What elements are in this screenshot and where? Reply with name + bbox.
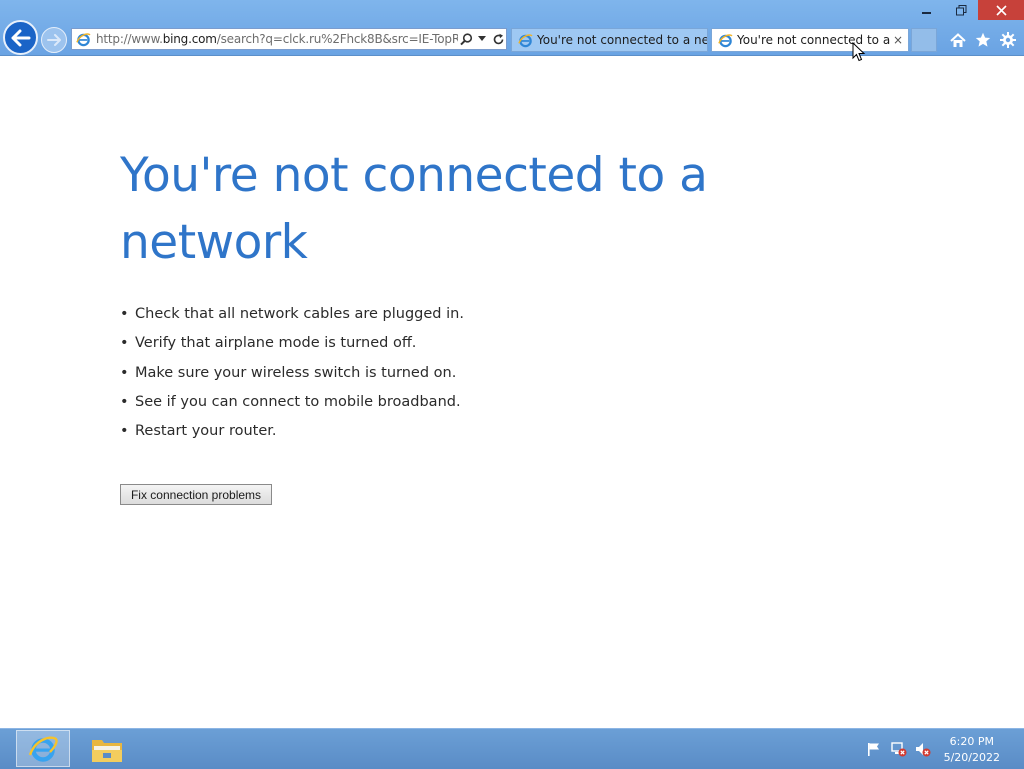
volume-muted-icon[interactable] bbox=[915, 741, 931, 757]
mouse-cursor-icon bbox=[852, 42, 866, 62]
back-button[interactable] bbox=[3, 20, 38, 55]
tab-favicon-icon bbox=[517, 32, 533, 48]
url-prefix: http://www. bbox=[96, 32, 163, 46]
folder-icon bbox=[92, 739, 122, 762]
list-item: Restart your router. bbox=[120, 421, 464, 450]
address-dropdown-button[interactable] bbox=[474, 29, 490, 49]
page-favicon-icon bbox=[75, 31, 91, 47]
close-icon bbox=[995, 4, 1007, 16]
close-tab-button[interactable]: × bbox=[891, 33, 905, 47]
troubleshooting-list: Check that all network cables are plugge… bbox=[120, 304, 464, 450]
internet-explorer-icon bbox=[28, 736, 58, 762]
search-button[interactable] bbox=[458, 29, 474, 49]
list-item: See if you can connect to mobile broadba… bbox=[120, 392, 464, 421]
page-title: You're not connected to a network bbox=[120, 148, 708, 270]
gear-icon bbox=[1000, 32, 1016, 48]
tab-favicon-icon bbox=[717, 32, 733, 48]
forward-button[interactable] bbox=[41, 27, 67, 53]
tab-1[interactable]: You're not connected to a net... bbox=[511, 28, 708, 52]
fix-connection-button[interactable]: Fix connection problems bbox=[120, 484, 272, 505]
star-icon bbox=[975, 32, 991, 47]
tab-2-active[interactable]: You're not connected to a n... × bbox=[711, 28, 909, 52]
taskbar-clock[interactable]: 6:20 PM 5/20/2022 bbox=[944, 734, 1000, 766]
network-disconnected-icon[interactable] bbox=[891, 741, 907, 757]
tools-button[interactable] bbox=[998, 30, 1018, 50]
chevron-down-icon bbox=[478, 36, 486, 41]
browser-chrome: http://www.bing.com/search?q=clck.ru%2Fh… bbox=[0, 0, 1024, 56]
list-item: Make sure your wireless switch is turned… bbox=[120, 363, 464, 392]
minimize-icon bbox=[922, 12, 931, 14]
refresh-icon bbox=[493, 33, 503, 44]
minimize-button[interactable] bbox=[910, 0, 944, 20]
page-content: You're not connected to a network Check … bbox=[0, 56, 1024, 728]
clock-time: 6:20 PM bbox=[949, 735, 994, 748]
taskbar: 6:20 PM 5/20/2022 bbox=[0, 728, 1024, 769]
taskbar-file-explorer[interactable] bbox=[80, 730, 134, 767]
taskbar-internet-explorer[interactable] bbox=[16, 730, 70, 767]
search-icon bbox=[459, 32, 472, 45]
address-url[interactable]: http://www.bing.com/search?q=clck.ru%2Fh… bbox=[96, 32, 458, 46]
home-button[interactable] bbox=[948, 30, 968, 50]
restore-icon bbox=[955, 4, 966, 15]
forward-arrow-icon bbox=[47, 34, 61, 46]
refresh-button[interactable] bbox=[490, 29, 506, 49]
action-center-flag-icon[interactable] bbox=[866, 741, 882, 757]
home-icon bbox=[950, 32, 966, 47]
tab-title: You're not connected to a n... bbox=[737, 33, 891, 47]
url-rest: /search?q=clck.ru%2Fhck8B&src=IE-TopResu bbox=[216, 32, 458, 46]
url-host: bing.com bbox=[162, 32, 217, 46]
favorites-button[interactable] bbox=[973, 30, 993, 50]
address-bar[interactable]: http://www.bing.com/search?q=clck.ru%2Fh… bbox=[71, 28, 507, 50]
list-item: Verify that airplane mode is turned off. bbox=[120, 333, 464, 362]
clock-date: 5/20/2022 bbox=[943, 751, 1000, 764]
window-controls bbox=[910, 0, 1024, 22]
tab-title: You're not connected to a net... bbox=[537, 33, 707, 47]
close-window-button[interactable] bbox=[978, 0, 1024, 20]
back-arrow-icon bbox=[11, 29, 30, 46]
new-tab-button[interactable] bbox=[911, 28, 937, 52]
restore-button[interactable] bbox=[944, 0, 978, 20]
close-icon: × bbox=[892, 33, 904, 47]
list-item: Check that all network cables are plugge… bbox=[120, 304, 464, 333]
